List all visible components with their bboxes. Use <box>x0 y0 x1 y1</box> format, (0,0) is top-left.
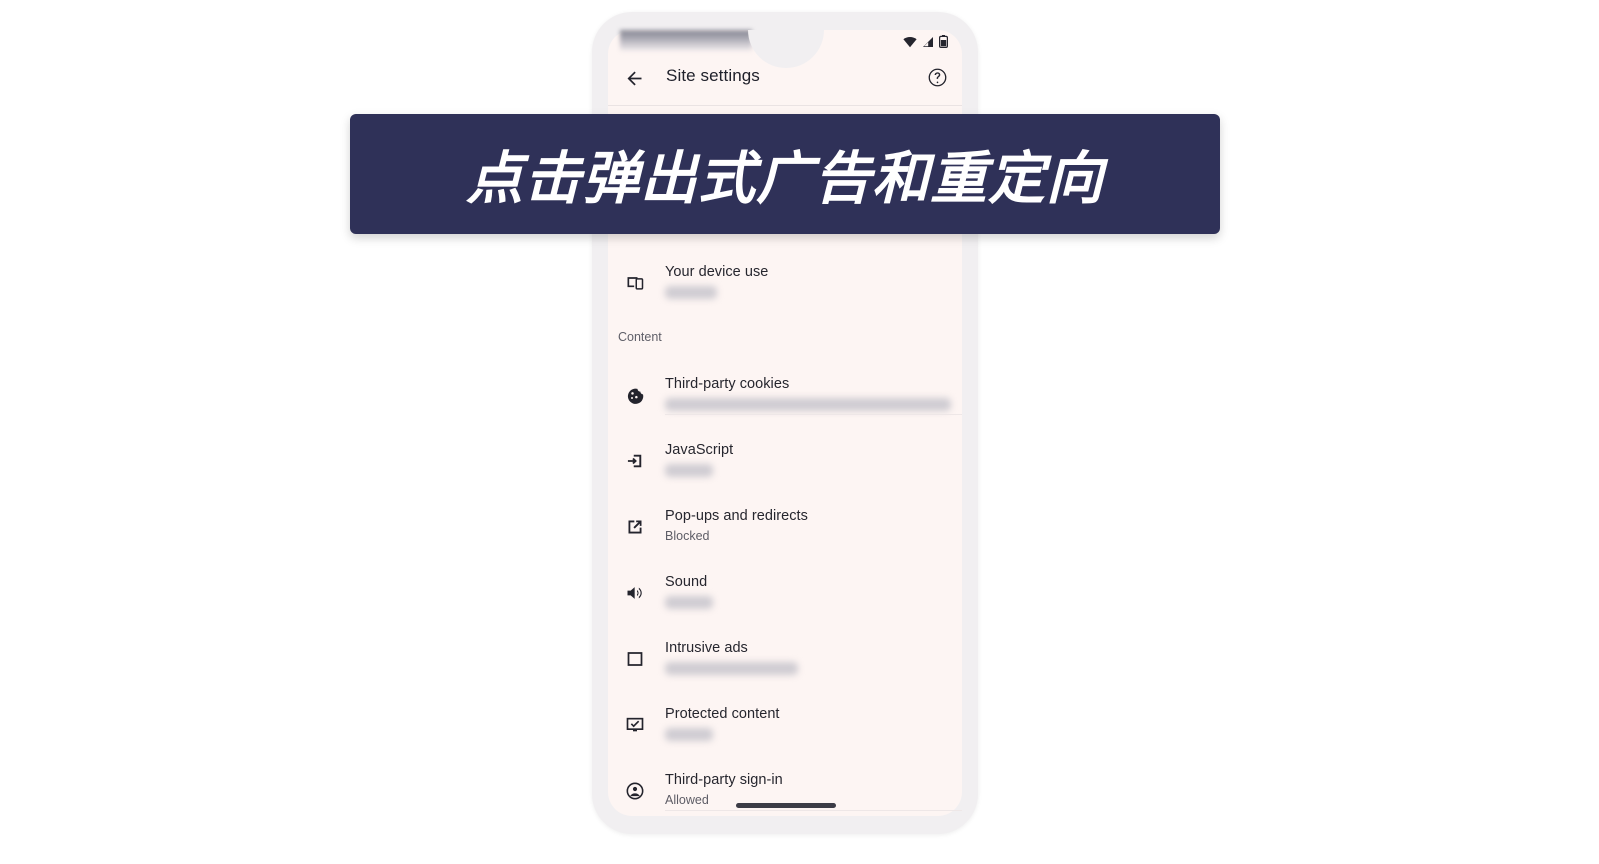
list-item-title: JavaScript <box>665 442 734 458</box>
list-item-title: Sound <box>665 574 708 590</box>
list-item-subtitle-blurred <box>665 286 717 299</box>
status-bar-icons <box>903 35 949 53</box>
back-button[interactable] <box>617 64 651 98</box>
list-item-text: Intrusive ads <box>665 638 955 680</box>
list-item-subtitle-blurred <box>665 728 713 741</box>
battery-icon <box>939 35 949 53</box>
screenshot-canvas: Site settings Your device use Content Th… <box>0 0 1599 864</box>
list-item-subtitle-blurred <box>665 662 798 675</box>
list-item-text: JavaScript <box>665 440 955 482</box>
cookie-icon <box>618 378 652 412</box>
protected-content-icon <box>618 708 652 742</box>
list-divider <box>665 414 962 415</box>
list-item-text: Protected content <box>665 704 955 746</box>
home-indicator[interactable] <box>736 803 836 808</box>
back-arrow-icon <box>624 68 645 94</box>
list-item-title: Intrusive ads <box>665 640 748 656</box>
volume-up-icon <box>618 576 652 610</box>
list-item-subtitle-blurred <box>665 464 713 477</box>
list-item-title: Pop-ups and redirects <box>665 508 808 524</box>
list-item-text: Sound <box>665 572 955 614</box>
section-header-content: Content <box>618 330 662 344</box>
page-title: Site settings <box>666 66 760 85</box>
instruction-banner-text: 点击弹出式广告和重定向 <box>466 146 1104 212</box>
help-circle-icon <box>927 67 948 93</box>
javascript-icon <box>618 444 652 478</box>
list-item-title: Your device use <box>665 264 769 280</box>
cell-signal-icon <box>922 35 934 53</box>
list-divider <box>665 810 962 811</box>
list-item-subtitle: Blocked <box>665 529 710 543</box>
status-bar-blurred-region <box>620 30 752 52</box>
list-item-title: Third-party cookies <box>665 376 790 392</box>
devices-icon <box>618 266 652 300</box>
wifi-icon <box>903 35 917 53</box>
list-item-text: Your device use <box>665 262 955 304</box>
instruction-banner: 点击弹出式广告和重定向 <box>350 114 1220 234</box>
list-item-subtitle-blurred <box>665 596 713 609</box>
list-item-text: Pop-ups and redirects Blocked <box>665 506 955 545</box>
list-item-title: Third-party sign-in <box>665 772 783 788</box>
account-circle-icon <box>618 774 652 808</box>
list-item-text: Third-party cookies <box>665 374 955 416</box>
list-item-subtitle-blurred <box>665 398 951 411</box>
ad-block-icon <box>618 642 652 676</box>
list-item-title: Protected content <box>665 706 780 722</box>
help-button[interactable] <box>922 65 952 95</box>
app-bar-divider <box>608 105 962 106</box>
open-in-new-icon <box>618 510 652 544</box>
